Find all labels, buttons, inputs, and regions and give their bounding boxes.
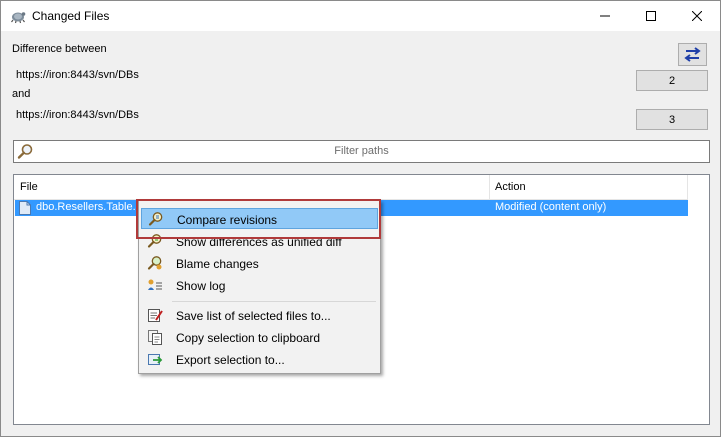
tortoise-svn-icon	[11, 12, 26, 24]
maximize-icon	[646, 11, 656, 21]
changed-files-window: Changed Files Difference between https:/…	[0, 0, 721, 437]
menu-item-label: Copy selection to clipboard	[176, 331, 321, 345]
minimize-button[interactable]	[582, 1, 628, 31]
url-from: https://iron:8443/svn/DBs	[16, 69, 139, 81]
difference-heading: Difference between	[12, 43, 107, 55]
filter-paths-input[interactable]: Filter paths	[13, 140, 710, 163]
revision-to-button[interactable]: 3	[636, 109, 708, 130]
menu-item-label: Compare revisions	[177, 213, 278, 227]
menu-separator	[172, 301, 376, 302]
menu-item-label: Show differences as unified diff	[176, 235, 342, 249]
revision-from-button[interactable]: 2	[636, 70, 708, 91]
compare-icon	[148, 212, 163, 226]
menu-item-label: Blame changes	[176, 257, 259, 271]
copy-icon	[148, 330, 162, 345]
window-title: Changed Files	[32, 9, 110, 23]
url-to: https://iron:8443/svn/DBs	[16, 109, 139, 121]
maximize-button[interactable]	[628, 1, 674, 31]
menu-item-show-log[interactable]: Show log	[141, 275, 378, 296]
menu-item-export-selection[interactable]: Export selection to...	[141, 349, 378, 370]
file-icon	[19, 201, 31, 215]
row-file-name: dbo.Resellers.Table.sql	[36, 201, 150, 213]
menu-item-unified-diff[interactable]: Show differences as unified diff	[141, 231, 378, 252]
title-bar: Changed Files	[1, 1, 720, 31]
filter-placeholder: Filter paths	[334, 145, 389, 157]
swap-revisions-button[interactable]	[678, 43, 707, 66]
menu-item-label: Show log	[176, 279, 226, 293]
swap-arrows-icon	[684, 47, 701, 62]
close-button[interactable]	[674, 1, 720, 31]
row-action: Modified (content only)	[495, 201, 607, 213]
menu-item-blame-changes[interactable]: Blame changes	[141, 253, 378, 274]
save-list-icon	[148, 309, 163, 322]
menu-item-copy-selection[interactable]: Copy selection to clipboard	[141, 327, 378, 348]
context-menu: Compare revisions Show differences as un…	[138, 200, 381, 374]
export-icon	[148, 354, 163, 365]
minimize-icon	[600, 15, 610, 17]
close-icon	[692, 11, 702, 21]
column-header-action[interactable]: Action	[495, 181, 526, 193]
scrollbar-corner	[687, 175, 709, 199]
log-icon	[148, 279, 162, 290]
diff-icon	[147, 234, 162, 248]
list-header: File Action	[14, 175, 688, 200]
column-header-file[interactable]: File	[20, 181, 38, 193]
menu-item-label: Export selection to...	[176, 353, 285, 367]
blame-icon	[147, 256, 162, 270]
column-divider[interactable]	[489, 175, 490, 199]
menu-item-save-list[interactable]: Save list of selected files to...	[141, 305, 378, 326]
menu-item-compare-revisions[interactable]: Compare revisions	[141, 208, 378, 229]
and-label: and	[12, 88, 31, 100]
menu-item-label: Save list of selected files to...	[176, 309, 331, 323]
